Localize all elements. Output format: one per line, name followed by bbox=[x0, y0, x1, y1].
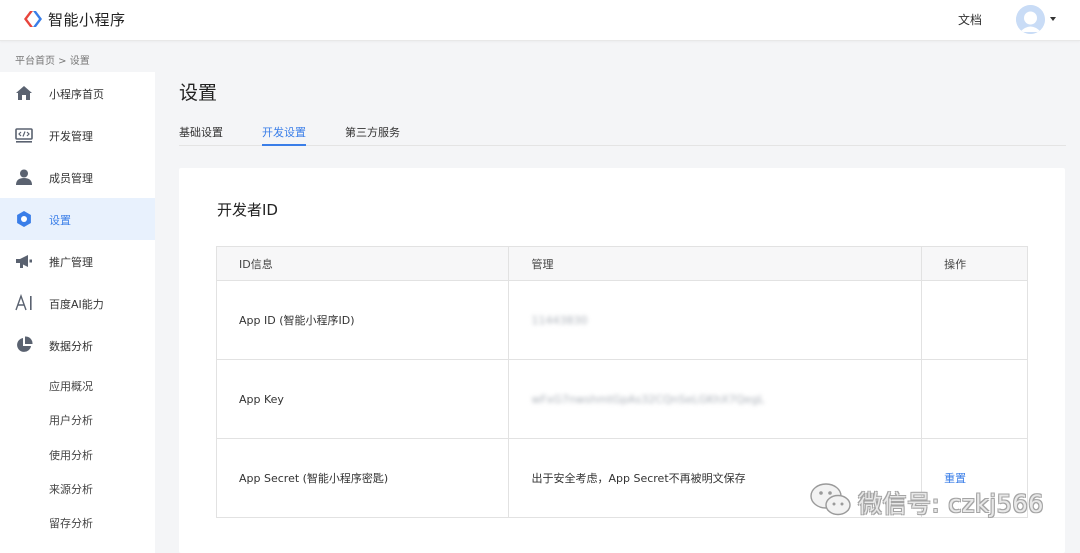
docs-link[interactable]: 文档 bbox=[958, 11, 982, 28]
user-avatar-icon bbox=[1016, 5, 1045, 34]
sidebar-item-label: 百度AI能力 bbox=[49, 298, 104, 311]
chevron-down-icon[interactable] bbox=[1050, 17, 1056, 21]
row-info-app-id: App ID (智能小程序ID) bbox=[215, 280, 510, 360]
sidebar-item-label: 小程序首页 bbox=[49, 88, 104, 101]
page-title: 设置 bbox=[179, 82, 218, 104]
sidebar: 小程序首页 开发管理 成员管理 设置 推广管理 百度AI能力 数据分析 应用概况… bbox=[0, 72, 155, 553]
sidebar-subitem-sources[interactable]: 来源分析 bbox=[49, 481, 93, 497]
smart-program-logo[interactable] bbox=[22, 8, 44, 30]
sidebar-item-ai[interactable]: 百度AI能力 bbox=[0, 282, 155, 324]
code-icon bbox=[15, 128, 33, 143]
ai-icon bbox=[15, 294, 32, 311]
sidebar-item-label: 成员管理 bbox=[49, 172, 93, 185]
sidebar-item-settings[interactable]: 设置 bbox=[0, 198, 155, 240]
row-value-app-key: wFxG7nwshmtGpAs32CQnSeLGKhX7QegL bbox=[508, 359, 923, 439]
section-title: 开发者ID bbox=[217, 201, 278, 219]
home-icon bbox=[16, 86, 32, 100]
watermark-text: 微信号: czkj566 bbox=[858, 490, 1044, 518]
sidebar-subitem-retention[interactable]: 留存分析 bbox=[49, 515, 93, 531]
sidebar-item-label: 推广管理 bbox=[49, 256, 93, 269]
wechat-icon bbox=[810, 483, 851, 516]
top-bar: 智能小程序 文档 bbox=[0, 0, 1080, 41]
user-icon bbox=[16, 169, 32, 185]
megaphone-icon bbox=[16, 255, 32, 268]
column-header-action: 操作 bbox=[921, 246, 1028, 281]
table-row: App Key wFxG7nwshmtGpAs32CQnSeLGKhX7QegL bbox=[215, 359, 1028, 439]
tab-basic-settings[interactable]: 基础设置 bbox=[179, 124, 223, 144]
watermark: 微信号: czkj566 bbox=[808, 480, 1043, 520]
sidebar-subitem-users[interactable]: 用户分析 bbox=[49, 412, 93, 428]
sidebar-item-label: 数据分析 bbox=[49, 340, 93, 353]
avatar[interactable] bbox=[1016, 5, 1045, 34]
row-action-app-id bbox=[921, 280, 1028, 360]
table-row: App ID (智能小程序ID) 11443830 bbox=[215, 280, 1028, 360]
sidebar-subitem-usage[interactable]: 使用分析 bbox=[49, 447, 93, 463]
column-header-info: ID信息 bbox=[215, 246, 510, 281]
sidebar-item-promotion[interactable]: 推广管理 bbox=[0, 240, 155, 282]
column-header-manage: 管理 bbox=[508, 246, 923, 281]
sidebar-item-members[interactable]: 成员管理 bbox=[0, 156, 155, 198]
settings-tabs: 基础设置 开发设置 第三方服务 bbox=[179, 124, 1066, 146]
sidebar-item-analytics[interactable]: 数据分析 bbox=[0, 324, 155, 366]
sidebar-subitem-overview[interactable]: 应用概况 bbox=[49, 378, 93, 394]
row-info-app-secret: App Secret (智能小程序密匙) bbox=[215, 438, 510, 518]
row-action-app-key bbox=[921, 359, 1028, 439]
sidebar-item-dev[interactable]: 开发管理 bbox=[0, 114, 155, 156]
app-id-value: 11443830 bbox=[531, 313, 588, 327]
settings-icon bbox=[17, 211, 31, 227]
developer-id-table: ID信息 管理 操作 App ID (智能小程序ID) 11443830 App… bbox=[215, 246, 1028, 518]
app-key-value: wFxG7nwshmtGpAs32CQnSeLGKhX7QegL bbox=[531, 392, 765, 406]
breadcrumb[interactable]: 平台首页 > 设置 bbox=[15, 52, 90, 67]
brand-name[interactable]: 智能小程序 bbox=[48, 9, 126, 30]
row-info-app-key: App Key bbox=[215, 359, 510, 439]
sidebar-item-home[interactable]: 小程序首页 bbox=[0, 72, 155, 114]
sidebar-item-label: 设置 bbox=[49, 214, 71, 227]
tab-dev-settings[interactable]: 开发设置 bbox=[262, 124, 306, 146]
sidebar-item-label: 开发管理 bbox=[49, 130, 93, 143]
table-header-row: ID信息 管理 操作 bbox=[215, 246, 1028, 281]
pie-chart-icon bbox=[17, 336, 33, 352]
tab-third-party[interactable]: 第三方服务 bbox=[345, 124, 400, 144]
row-value-app-id: 11443830 bbox=[508, 280, 923, 360]
